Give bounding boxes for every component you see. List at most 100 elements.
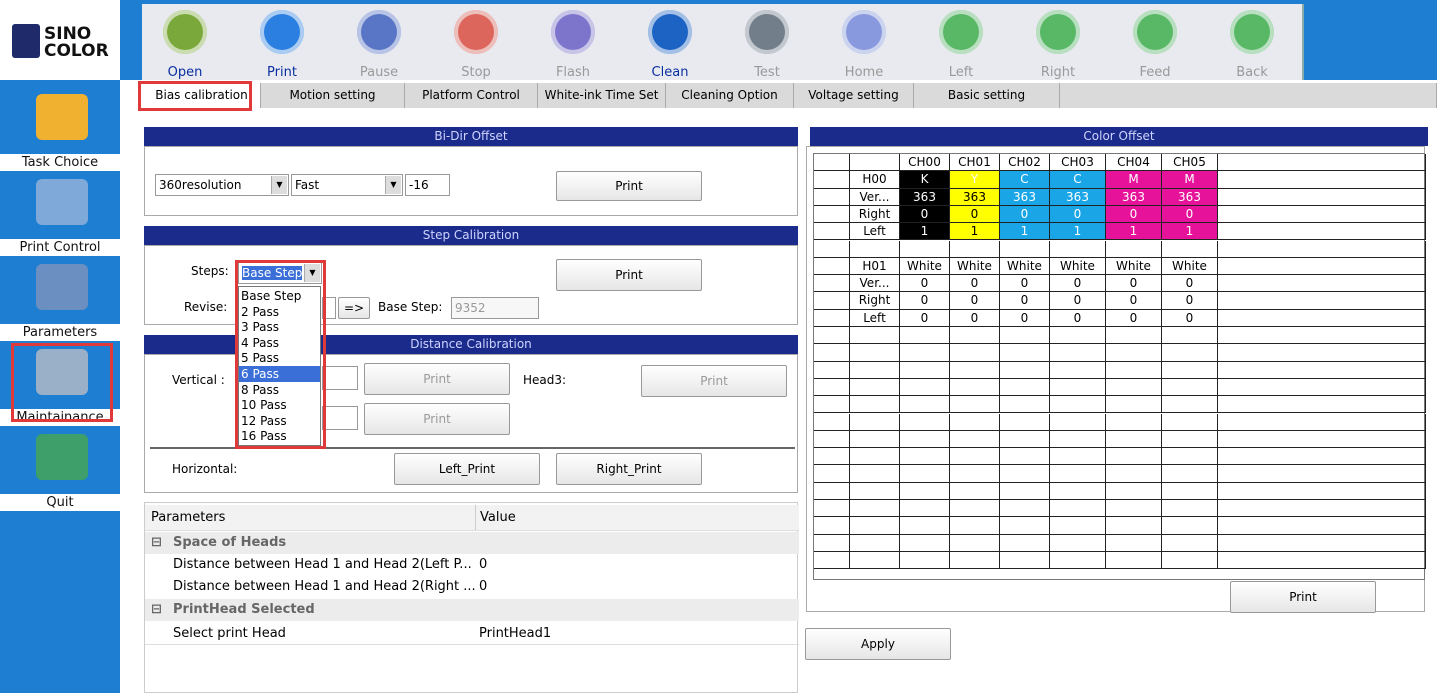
grid-cell [950,430,1000,449]
main-toolbar: Open Print Pause Stop Flash Clean Test Home Left… [120,0,1437,80]
grid-cell [1162,517,1218,535]
sidebar-item-parameters[interactable]: Parameters [0,258,120,342]
toolbar-left-button[interactable]: Left [918,6,1004,80]
resolution-select[interactable]: 360resolution ▼ [155,174,289,196]
left-print-button[interactable]: Left_Print [394,453,540,485]
grid-cell: White [950,257,1000,276]
grid-cell [850,448,900,466]
grid-cell [950,482,1000,500]
quit-user-icon [36,434,88,480]
grid-cell [850,482,900,500]
sidebar-item-print-control[interactable]: Print Control [0,173,120,257]
toolbar-open-button[interactable]: Open [142,6,228,80]
grid-cell: CH03 [1050,154,1106,172]
speed-select[interactable]: Fast ▼ [291,174,403,196]
grid-cell [1162,465,1218,483]
arrow-up-icon [1230,10,1274,54]
tab-platform-control[interactable]: Platform Control [405,83,538,108]
toolbar-print-button[interactable]: Print [239,6,325,80]
toolbar-label: Print [267,65,297,80]
parameters-property-grid: Parameters Value ⊟ Space of Heads Distan… [144,502,799,693]
grid-cell [814,361,850,379]
toolbar-clean-button[interactable]: Clean [627,6,713,80]
dropdown-highlight [235,260,326,449]
grid-cell [950,327,1000,345]
grid-cell [900,534,950,552]
collapse-icon[interactable]: ⊟ [151,599,162,621]
prop-value[interactable]: 0 [479,554,487,576]
prop-value[interactable]: PrintHead1 [479,623,551,645]
bidir-print-button[interactable]: Print [556,171,702,201]
vertical-print-button-1[interactable]: Print [364,363,510,395]
prop-value[interactable]: 0 [479,576,487,598]
vertical-input-1[interactable] [322,366,358,390]
sidebar-item-quit[interactable]: Quit [0,428,120,512]
toolbar-flash-button[interactable]: Flash [530,6,616,80]
color-offset-print-button[interactable]: Print [1230,581,1376,613]
props-header: Parameters Value [145,505,799,531]
grid-cell [814,171,850,189]
toolbar-pause-button[interactable]: Pause [336,6,422,80]
color-offset-grid: CH00 CH01 CH02 CH03 CH04 CH05 H00 K Y C C M M Ver... 3… [813,153,1426,580]
grid-cell [1218,223,1426,241]
tab-voltage-setting[interactable]: Voltage setting [794,83,914,108]
grid-cell [1106,534,1162,552]
grid-cell [814,344,850,362]
grid-cell [1162,551,1218,570]
grid-cell [1218,275,1426,293]
toolbar-stop-button[interactable]: Stop [433,6,519,80]
brand-logo: SINO COLOR [0,0,120,80]
vertical-input-2[interactable] [322,406,358,430]
vertical-print-button-2[interactable]: Print [364,403,510,435]
grid-cell: 0 [1000,205,1050,224]
grid-cell: 0 [950,309,1000,327]
toolbar-right-button[interactable]: Right [1015,6,1101,80]
step-print-button[interactable]: Print [556,259,702,291]
speed-value: Fast [295,178,320,192]
head3-print-button[interactable]: Print [641,365,787,397]
grid-cell [1218,292,1426,310]
grid-cell [814,240,850,258]
grid-cell [900,327,950,345]
toolbar-test-button[interactable]: Test [724,6,810,80]
right-print-button[interactable]: Right_Print [556,453,702,485]
grid-cell: Left [850,309,900,327]
active-tab-highlight [138,81,252,111]
grid-cell [850,430,900,449]
brand-line1: SINO [44,24,92,44]
grid-cell [1000,482,1050,500]
grid-cell [1106,500,1162,518]
grid-cell [900,482,950,500]
grid-cell [814,482,850,500]
prop-row[interactable]: Distance between Head 1 and Head 2(Right… [145,576,799,598]
sidebar-item-task-choice[interactable]: Task Choice [0,88,120,172]
tab-white-ink-time-set[interactable]: White-ink Time Set [538,83,666,108]
apply-revise-button[interactable]: => [338,297,370,319]
grid-cell [1218,517,1426,535]
tab-motion-setting[interactable]: Motion setting [261,83,405,108]
grid-cell [850,344,900,362]
grid-cell [1162,534,1218,552]
grid-cell: 1 [950,223,1000,241]
grid-cell [900,396,950,414]
prop-row[interactable]: Select print Head PrintHead1 [145,623,799,645]
grid-cell: H01 [850,257,900,276]
grid-cell [1000,378,1050,397]
prop-row[interactable]: Distance between Head 1 and Head 2(Left … [145,554,799,576]
grid-cell [1000,361,1050,379]
tab-basic-setting[interactable]: Basic setting [914,83,1060,108]
grid-cell: 0 [1106,205,1162,224]
offset-input[interactable]: -16 [405,174,450,196]
toolbar-back-button[interactable]: Back [1209,6,1295,80]
grid-cell [1000,551,1050,570]
tab-cleaning-option[interactable]: Cleaning Option [666,83,794,108]
group-printhead-selected[interactable]: ⊟ PrintHead Selected [145,599,799,621]
apply-button[interactable]: Apply [805,628,951,660]
toolbar-feed-button[interactable]: Feed [1112,6,1198,80]
grid-cell [1218,361,1426,379]
collapse-icon[interactable]: ⊟ [151,532,162,554]
toolbar-home-button[interactable]: Home [821,6,907,80]
grid-cell [1106,465,1162,483]
tab-bar: Bias calibration Motion setting Platform C… [120,80,1437,110]
group-space-of-heads[interactable]: ⊟ Space of Heads [145,532,799,554]
